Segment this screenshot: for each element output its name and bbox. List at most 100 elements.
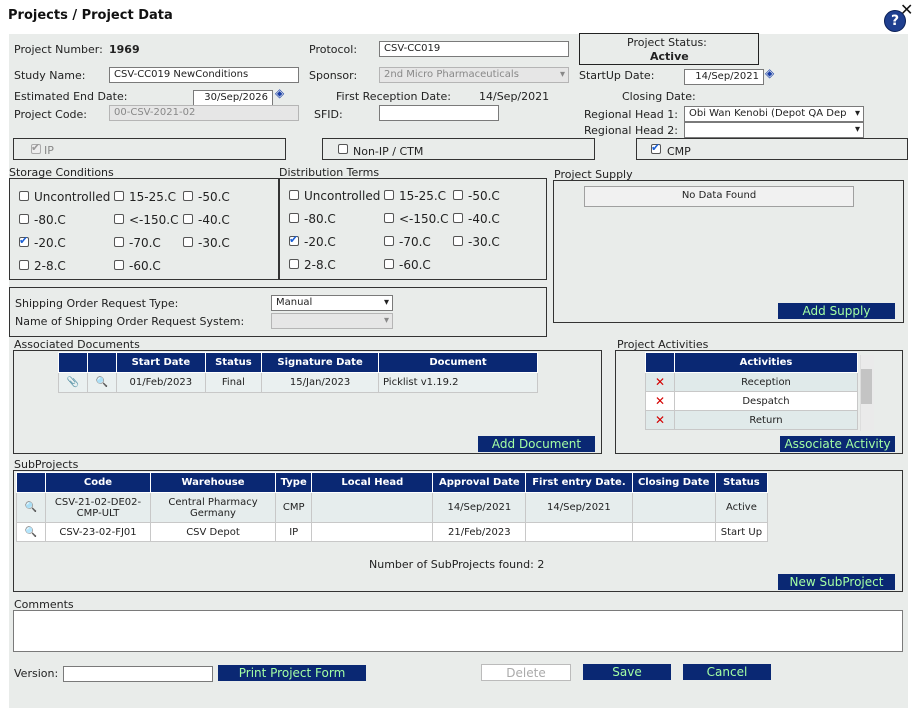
storage-checkbox[interactable] [114, 214, 124, 224]
non-ip-label: Non-IP / CTM [353, 145, 424, 158]
storage-checkbox[interactable] [183, 237, 193, 247]
distribution-option-label: 15-25.C [399, 189, 447, 203]
closing-date-label: Closing Date: [622, 90, 696, 103]
storage-checkbox[interactable] [183, 214, 193, 224]
save-button[interactable]: Save [583, 664, 671, 680]
distribution-checkbox[interactable] [384, 259, 394, 269]
project-number-value: 1969 [109, 43, 140, 56]
comments-textarea[interactable] [13, 610, 903, 652]
distribution-checkbox[interactable] [453, 190, 463, 200]
sub-approval: 14/Sep/2021 [432, 492, 527, 523]
sub-closing [631, 522, 716, 542]
distribution-option-label: -70.C [399, 235, 431, 249]
version-input[interactable] [63, 666, 213, 682]
storage-option-label: -60.C [129, 259, 161, 273]
documents-table: Start Date Status Signature Date Documen… [58, 352, 538, 393]
startup-date-label: StartUp Date: [579, 69, 655, 82]
est-end-date-input[interactable]: 30/Sep/2026 [193, 90, 273, 106]
add-document-button[interactable]: Add Document [478, 436, 595, 452]
help-icon[interactable]: ? [884, 10, 906, 32]
sfid-input[interactable] [379, 105, 499, 121]
distribution-checkbox[interactable] [384, 213, 394, 223]
non-ip-checkbox[interactable] [338, 144, 348, 154]
storage-checkbox[interactable] [19, 191, 29, 201]
associate-activity-button[interactable]: Associate Activity [780, 436, 895, 452]
paperclip-icon[interactable]: 📎 [58, 372, 88, 393]
sub-header-status: Status [714, 472, 769, 493]
distribution-checkbox[interactable] [453, 236, 463, 246]
storage-option-label: <-150.C [129, 213, 179, 227]
cmp-checkbox[interactable] [651, 141, 661, 154]
magnifier-icon[interactable]: 🔍 [16, 492, 46, 523]
storage-option-label: -40.C [198, 213, 230, 227]
storage-checkbox[interactable] [183, 191, 193, 201]
storage-checkbox[interactable] [114, 237, 124, 247]
storage-option-label: -50.C [198, 190, 230, 204]
print-project-form-button[interactable]: Print Project Form [218, 665, 366, 681]
sub-warehouse: Central Pharmacy Germany [150, 492, 276, 523]
magnifier-icon[interactable]: 🔍 [87, 372, 117, 393]
storage-checkbox[interactable] [19, 234, 29, 247]
distribution-checkbox[interactable] [384, 236, 394, 246]
sub-local-head [311, 492, 434, 523]
remove-icon[interactable]: ✕ [645, 372, 675, 392]
activities-header: Activities [674, 352, 858, 373]
distribution-option-label: 2-8.C [304, 258, 336, 272]
distribution-option-label: -40.C [468, 212, 500, 226]
new-subproject-button[interactable]: New SubProject [778, 574, 895, 590]
sfid-label: SFID: [314, 108, 343, 121]
storage-option-label: -30.C [198, 236, 230, 250]
regional-head1-select[interactable]: Obi Wan Kenobi (Depot QA Dep [684, 106, 864, 122]
calendar-icon[interactable]: ◈ [275, 86, 284, 100]
activity-name: Despatch [674, 391, 858, 411]
study-name-input[interactable]: CSV-CC019 NewConditions [109, 67, 299, 83]
magnifier-icon[interactable]: 🔍 [16, 522, 46, 542]
distribution-checkbox[interactable] [453, 213, 463, 223]
activity-name: Return [674, 410, 858, 430]
shipping-type-select[interactable]: Manual [271, 295, 393, 311]
sub-code: CSV-21-02-DE02-CMP-ULT [45, 492, 151, 523]
study-name-label: Study Name: [14, 69, 86, 82]
table-row: 🔍 CSV-21-02-DE02-CMP-ULT Central Pharmac… [16, 492, 769, 523]
add-supply-button[interactable]: Add Supply [778, 303, 895, 319]
regional-head1-label: Regional Head 1: [584, 108, 678, 121]
storage-checkbox[interactable] [114, 191, 124, 201]
table-row: 🔍 CSV-23-02-FJ01 CSV Depot IP 21/Feb/202… [16, 522, 769, 542]
activity-name: Reception [674, 372, 858, 392]
cancel-button[interactable]: Cancel [683, 664, 771, 680]
scrollbar-thumb[interactable] [861, 369, 872, 404]
calendar-icon[interactable]: ◈ [765, 66, 774, 80]
ip-checkbox[interactable] [31, 141, 41, 154]
distribution-checkbox[interactable] [289, 213, 299, 223]
storage-checkbox[interactable] [114, 260, 124, 270]
doc-status: Final [204, 372, 263, 393]
distribution-checkbox[interactable] [289, 233, 299, 246]
page-title: Projects / Project Data [8, 8, 173, 23]
regional-head2-select[interactable] [684, 122, 864, 138]
shipping-type-label: Shipping Order Request Type: [15, 297, 179, 310]
sponsor-select[interactable]: 2nd Micro Pharmaceuticals [379, 67, 569, 83]
project-code-input[interactable]: 00-CSV-2021-02 [109, 105, 299, 121]
distribution-option-label: -50.C [468, 189, 500, 203]
remove-icon[interactable]: ✕ [645, 410, 675, 430]
est-end-date-label: Estimated End Date: [14, 90, 128, 103]
cmp-label: CMP [667, 145, 691, 158]
distribution-checkbox[interactable] [289, 190, 299, 200]
distribution-option-label: <-150.C [399, 212, 449, 226]
storage-checkbox[interactable] [19, 260, 29, 270]
distribution-checkbox[interactable] [289, 259, 299, 269]
distribution-checkbox[interactable] [384, 190, 394, 200]
delete-button[interactable]: Delete [481, 664, 571, 681]
startup-date-input[interactable]: 14/Sep/2021 [684, 69, 764, 85]
sub-type: IP [274, 522, 313, 542]
protocol-input[interactable]: CSV-CC019 [379, 41, 569, 57]
remove-icon[interactable]: ✕ [645, 391, 675, 411]
doc-header-document: Document [378, 352, 538, 373]
shipping-system-select[interactable] [271, 313, 393, 329]
distribution-option-label: -30.C [468, 235, 500, 249]
storage-option-label: 15-25.C [129, 190, 177, 204]
storage-checkbox[interactable] [19, 214, 29, 224]
sub-header-approval: Approval Date [432, 472, 527, 493]
distribution-option-label: -80.C [304, 212, 336, 226]
storage-option-label: -80.C [34, 213, 66, 227]
